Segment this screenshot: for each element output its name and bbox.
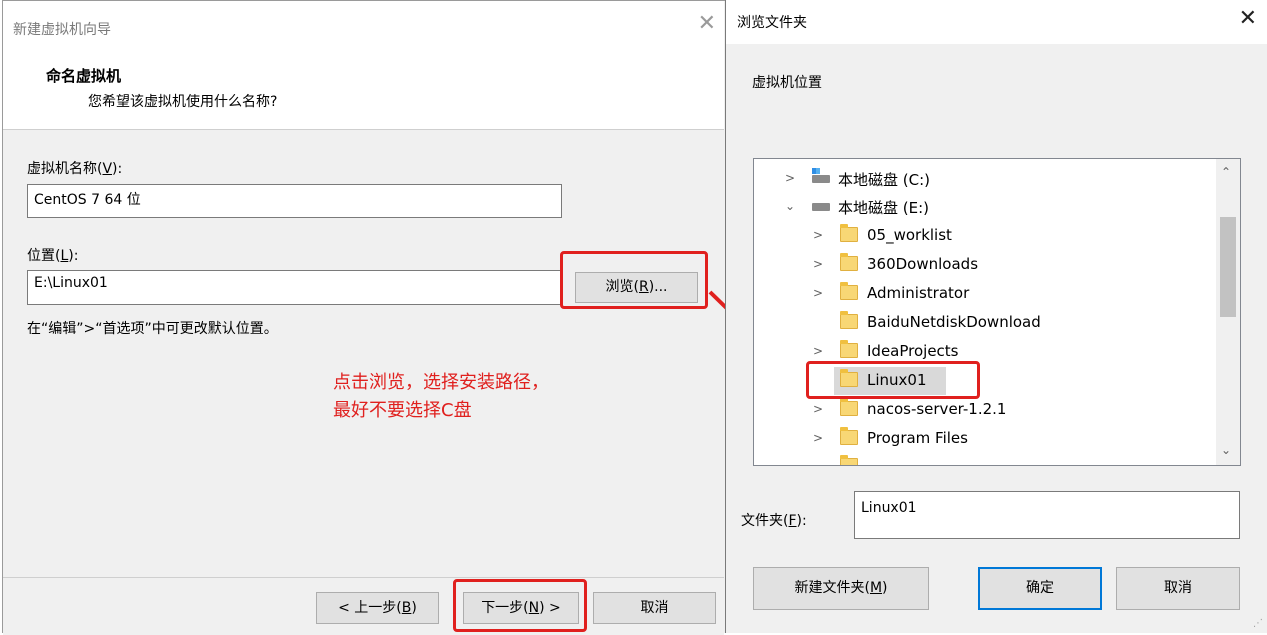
new-vm-wizard-window: 新建虚拟机向导 ✕ 命名虚拟机 您希望该虚拟机使用什么名称? 虚拟机名称(V):… [2,0,725,635]
folder-label: 文件夹(F): [741,513,807,529]
chevron-right-icon[interactable]: > [812,228,824,242]
tree-item-folder[interactable]: BaiduNetdiskDownload [754,309,1216,337]
location-label: 位置(L): [27,248,79,264]
tree-item-label: Program Files [867,429,968,447]
vm-name-input[interactable]: CentOS 7 64 位 [27,184,562,218]
wizard-titlebar: 新建虚拟机向导 ✕ [3,1,724,55]
drive-icon [812,203,830,211]
page-title: 命名虚拟机 [46,67,122,85]
tree-item-label: 本地磁盘 (E:) [838,199,930,217]
tree-item-folder-partial[interactable] [754,453,1216,465]
cancel-button[interactable]: 取消 [593,592,716,624]
resize-grip-icon[interactable]: ⋰ [1253,618,1263,629]
browse-title: 浏览文件夹 [737,15,807,31]
linux01-highlight-box [806,361,980,399]
chevron-right-icon[interactable]: > [784,171,796,185]
browse-titlebar: 浏览文件夹 ✕ [726,0,1267,44]
annotation-line-2: 最好不要选择C盘 [333,400,472,421]
vm-name-label: 虚拟机名称(V): [27,161,123,177]
tree-item-folder[interactable]: > 05_worklist [754,222,1216,250]
tree-item-label: IdeaProjects [867,342,959,360]
new-folder-button[interactable]: 新建文件夹(M) [753,567,929,610]
folder-input[interactable]: Linux01 [854,491,1240,539]
tree-item-folder[interactable]: > 360Downloads [754,251,1216,279]
tree-item-label: 05_worklist [867,226,952,244]
folder-icon [840,398,858,416]
folder-icon [840,455,858,465]
folder-icon [840,224,858,242]
annotation-line-1: 点击浏览，选择安装路径， [333,372,549,393]
chevron-right-icon[interactable]: > [812,402,824,416]
tree-item-label: nacos-server-1.2.1 [867,400,1007,418]
wizard-header: 命名虚拟机 您希望该虚拟机使用什么名称? [3,55,724,130]
wizard-title: 新建虚拟机向导 [13,22,111,38]
chevron-down-icon[interactable]: ⌄ [784,199,796,213]
folder-icon [840,311,858,329]
scroll-down-icon[interactable]: ⌄ [1221,443,1231,457]
chevron-right-icon[interactable]: > [812,286,824,300]
location-hint: 在“编辑”>“首选项”中可更改默认位置。 [27,321,278,337]
tree-item-label: Administrator [867,284,970,302]
tree-item-label: 本地磁盘 (C:) [838,171,930,189]
tree-item-folder[interactable]: > nacos-server-1.2.1 [754,396,1216,424]
close-icon[interactable]: ✕ [1239,8,1257,30]
close-icon[interactable]: ✕ [698,13,716,35]
folder-tree[interactable]: > 本地磁盘 (C:) ⌄ 本地磁盘 (E:) > 05_worklist > … [753,158,1241,466]
tree-item-folder[interactable]: > Administrator [754,280,1216,308]
folder-icon [840,282,858,300]
ok-button[interactable]: 确定 [978,567,1102,610]
chevron-right-icon[interactable]: > [812,344,824,358]
cancel-button[interactable]: 取消 [1116,567,1240,610]
folder-icon [840,340,858,358]
location-input[interactable]: E:\Linux01 [27,270,562,305]
chevron-right-icon[interactable]: > [812,257,824,271]
tree-item-drive-c[interactable]: > 本地磁盘 (C:) [754,165,1216,193]
tree-item-label: 360Downloads [867,255,979,273]
chevron-right-icon[interactable]: > [812,431,824,445]
annotation-text: 点击浏览，选择安装路径， 最好不要选择C盘 [333,369,549,425]
browse-highlight-box [560,251,708,309]
folder-icon [840,427,858,445]
scroll-up-icon[interactable]: ⌃ [1221,165,1231,179]
tree-scrollbar[interactable]: ⌃ ⌄ [1216,159,1240,465]
next-highlight-box [453,579,587,632]
tree-item-label: BaiduNetdiskDownload [867,313,1041,331]
tree-item-drive-e[interactable]: ⌄ 本地磁盘 (E:) [754,193,1216,221]
drive-icon [812,168,830,183]
back-button[interactable]: < 上一步(B) [316,592,439,624]
browse-folder-dialog: 浏览文件夹 ✕ 虚拟机位置 > 本地磁盘 (C:) ⌄ 本地磁盘 (E:) > … [725,0,1267,633]
folder-icon [840,253,858,271]
scroll-thumb[interactable] [1220,217,1236,317]
page-subtitle: 您希望该虚拟机使用什么名称? [88,94,278,110]
tree-item-folder[interactable]: > Program Files [754,425,1216,453]
browse-description: 虚拟机位置 [752,75,822,91]
